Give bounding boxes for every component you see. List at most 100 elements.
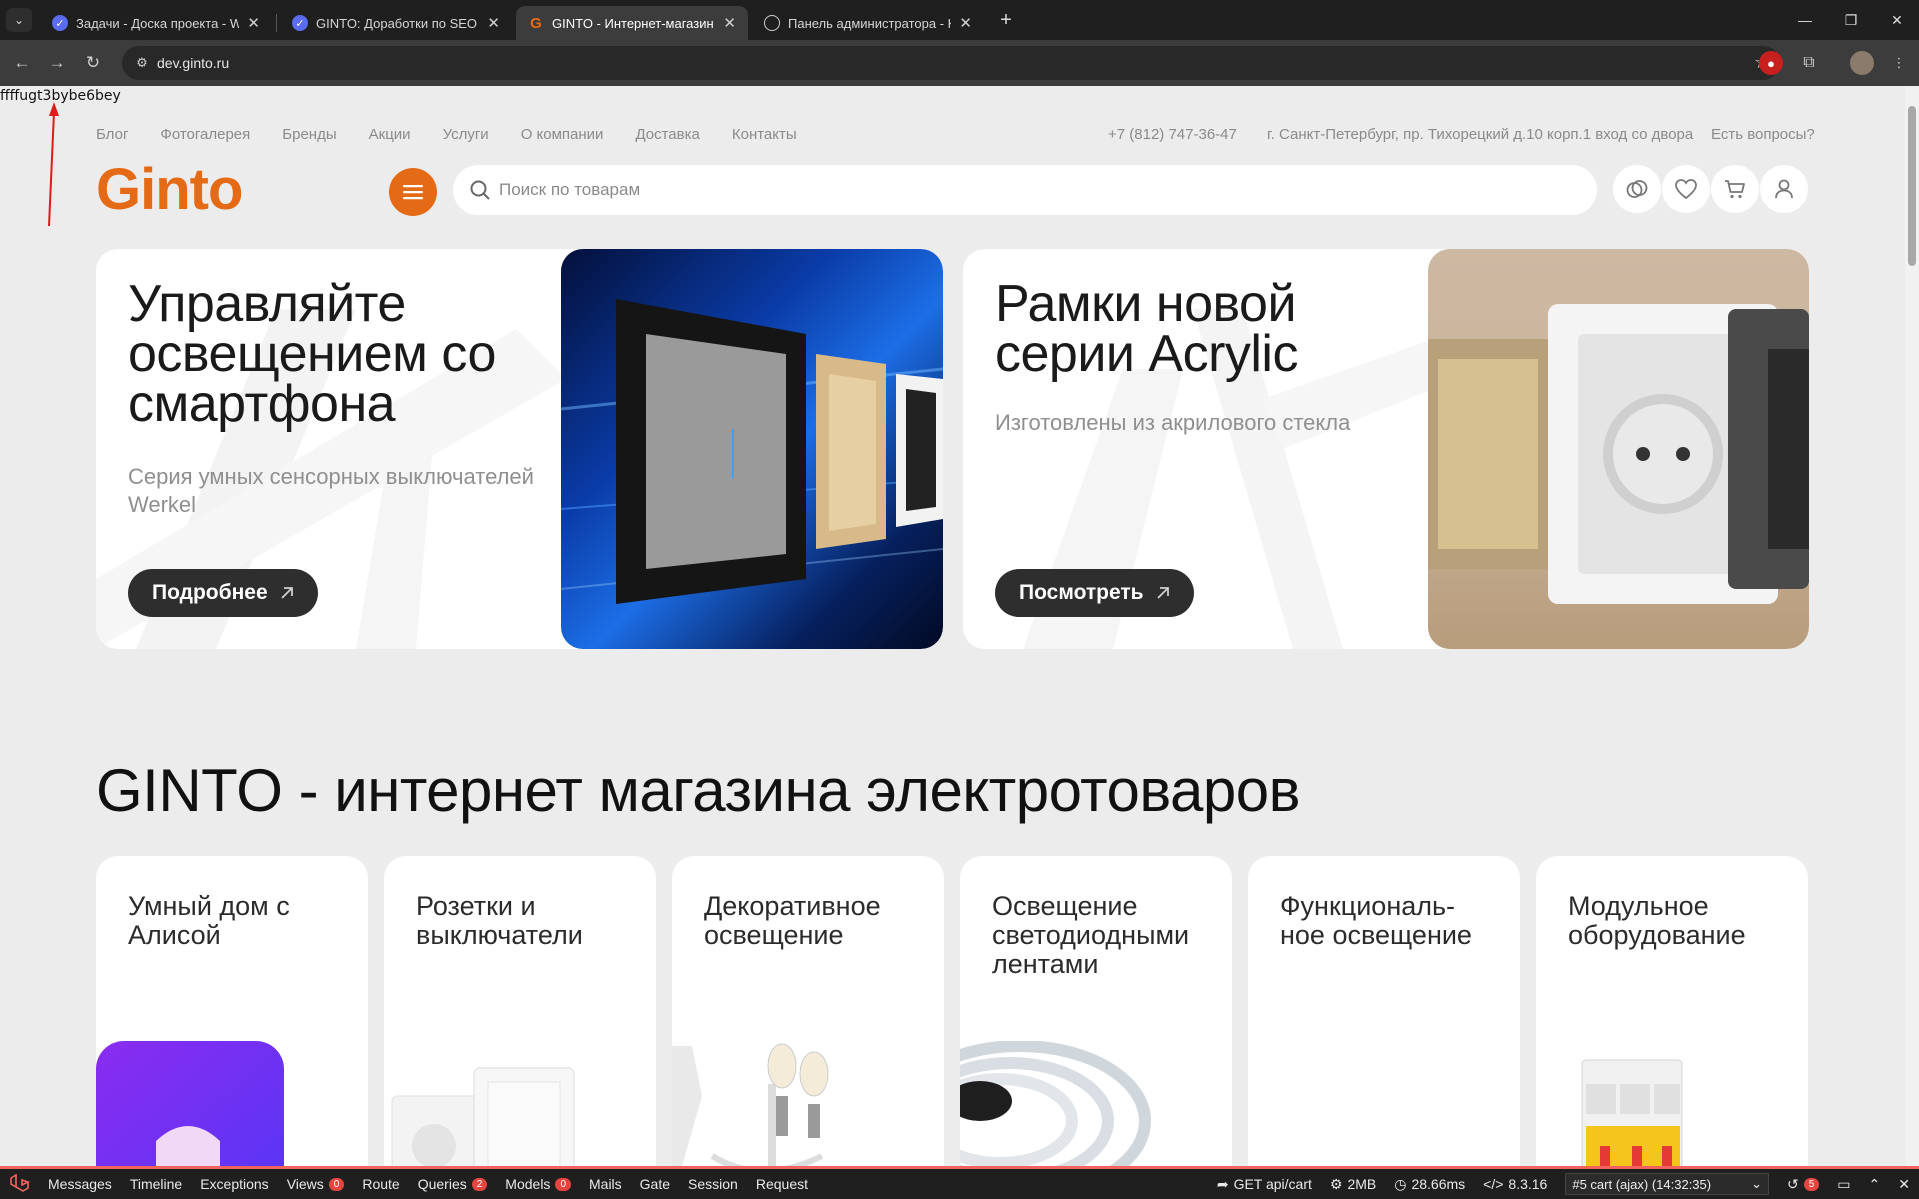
category-card-functional-lighting[interactable]: Функциональ-ное освещение — [1248, 856, 1520, 1166]
debug-open-folder-button[interactable]: ▭ — [1828, 1176, 1859, 1193]
questions-link[interactable]: Есть вопросы? — [1711, 126, 1815, 143]
debug-tab-models[interactable]: Models 0 — [496, 1176, 580, 1192]
address-text: г. Санкт-Петербург, пр. Тихорецкий д.10 … — [1267, 126, 1694, 143]
hamburger-icon — [403, 185, 423, 200]
new-tab-plus-icon[interactable]: + — [994, 8, 1018, 32]
debug-tab-views[interactable]: Views 0 — [278, 1176, 354, 1192]
debug-tab-timeline[interactable]: Timeline — [121, 1176, 191, 1192]
close-window-icon[interactable]: ✕ — [1885, 8, 1909, 32]
button-label: Подробнее — [152, 581, 268, 604]
socket-switch-image — [391, 1067, 575, 1166]
category-grid: Умный дом сАлисой Розетки ивыключатели — [96, 856, 1809, 1166]
code-icon: </> — [1483, 1176, 1504, 1192]
close-tab-icon[interactable]: ✕ — [487, 14, 500, 32]
debug-close-button[interactable]: ✕ — [1889, 1176, 1919, 1193]
debug-request-select[interactable]: #5 cart (ajax) (14:32:35) ⌄ — [1565, 1173, 1769, 1195]
minimize-icon[interactable]: — — [1793, 8, 1817, 32]
catalog-menu-button[interactable] — [389, 168, 437, 216]
site-logo[interactable]: Ginto — [96, 156, 243, 223]
debug-collapse-button[interactable]: ⌃ — [1860, 1176, 1890, 1193]
nav-link-about[interactable]: О компании — [521, 126, 604, 143]
debug-tab-mails[interactable]: Mails — [580, 1176, 631, 1192]
extensions-puzzle-icon[interactable]: ⧉ — [1797, 51, 1821, 75]
clock-icon: ◷ — [1394, 1175, 1407, 1192]
button-label: Посмотреть — [1019, 581, 1144, 604]
banner-view-button[interactable]: Посмотреть — [995, 569, 1194, 617]
debug-history-button[interactable]: ↺ 5 — [1778, 1176, 1828, 1193]
compare-icon — [1626, 180, 1648, 198]
category-card-sockets-switches[interactable]: Розетки и выключатели — [384, 856, 656, 1166]
browser-tab-4[interactable]: Панель администратора - Kav ✕ — [752, 6, 984, 40]
tab-title: Панель администратора - Kav — [788, 15, 951, 31]
category-card-smart-home[interactable]: Умный дом с Алисой — [96, 856, 368, 1166]
count-badge: 2 — [471, 1177, 488, 1191]
banner-more-button[interactable]: Подробнее — [128, 569, 318, 617]
debug-request-select-wrap: #5 cart (ajax) (14:32:35) ⌄ — [1556, 1173, 1778, 1195]
browser-tab-1[interactable]: ✓ Задачи - Доска проекта - WEB ✕ — [40, 6, 272, 40]
site-info-icon[interactable]: ⚙ — [130, 51, 154, 75]
debug-tab-request[interactable]: Request — [747, 1176, 817, 1192]
memory-icon: ⚙ — [1329, 1175, 1343, 1192]
debug-request-route[interactable]: ➦ GET api/cart — [1208, 1176, 1321, 1193]
debug-tab-session[interactable]: Session — [679, 1176, 747, 1192]
nav-link-sales[interactable]: Акции — [369, 126, 411, 143]
profile-avatar[interactable] — [1850, 51, 1874, 75]
arrow-up-right-icon — [1156, 587, 1169, 599]
forward-arrow-icon[interactable]: → — [44, 50, 70, 76]
debug-tab-route[interactable]: Route — [353, 1176, 408, 1192]
nav-link-blog[interactable]: Блог — [96, 126, 128, 143]
laravel-debugbar: Messages Timeline Exceptions Views 0 Rout… — [0, 1166, 1919, 1199]
browser-menu-icon[interactable]: ⋮ — [1887, 51, 1911, 75]
promo-banner-smart-lighting[interactable]: Управляйте освещением со смартфона Серия… — [96, 249, 943, 649]
nav-link-services[interactable]: Услуги — [443, 126, 489, 143]
red-arrow-annotation — [48, 102, 59, 227]
compare-button[interactable] — [1613, 165, 1661, 213]
debug-tab-queries[interactable]: Queries 2 — [409, 1176, 497, 1192]
smart-switch-image — [561, 249, 943, 649]
promo-banner-acrylic-frames[interactable]: Рамки новой серии Acrylic Изготовлены из… — [963, 249, 1809, 649]
debug-tab-gate[interactable]: Gate — [631, 1176, 679, 1192]
nav-link-contacts[interactable]: Контакты — [732, 126, 797, 143]
close-tab-icon[interactable]: ✕ — [723, 14, 736, 32]
search-input[interactable] — [499, 165, 1579, 215]
browser-toolbar: ← → ↻ ⚙ dev.ginto.ru ☆ ● ⧉ ⋮ — [0, 40, 1919, 86]
search-icon — [470, 180, 490, 200]
laravel-logo-icon[interactable] — [0, 1174, 39, 1194]
favorites-button[interactable] — [1662, 165, 1710, 213]
category-card-led-strips[interactable]: Освещение светодиодными лентами — [960, 856, 1232, 1166]
back-arrow-icon[interactable]: ← — [9, 50, 35, 76]
debug-tab-exceptions[interactable]: Exceptions — [191, 1176, 277, 1192]
category-card-decorative-lighting[interactable]: Декоративное освещение — [672, 856, 944, 1166]
page-scrollbar[interactable] — [1905, 86, 1919, 1166]
chandelier-image — [672, 1043, 829, 1166]
restore-icon[interactable]: ❐ — [1839, 8, 1863, 32]
arrow-up-right-icon — [281, 587, 293, 599]
url-text[interactable]: dev.ginto.ru — [157, 55, 229, 71]
close-icon: ✕ — [1898, 1175, 1910, 1192]
browser-tab-2[interactable]: ✓ GINTO: Доработки по SEO (фр ✕ — [280, 6, 512, 40]
reload-icon[interactable]: ↻ — [80, 50, 106, 76]
scrollbar-thumb[interactable] — [1908, 106, 1916, 266]
nav-link-delivery[interactable]: Доставка — [635, 126, 699, 143]
extension-icon[interactable]: ● — [1759, 51, 1783, 75]
close-tab-icon[interactable]: ✕ — [247, 14, 260, 32]
address-bar[interactable]: ⚙ dev.ginto.ru ☆ — [122, 46, 1780, 80]
tab-search-button[interactable]: ⌄ — [6, 8, 32, 32]
cart-button[interactable] — [1711, 165, 1759, 213]
nav-link-gallery[interactable]: Фотогалерея — [160, 126, 250, 143]
nav-link-brands[interactable]: Бренды — [282, 126, 336, 143]
debug-tab-messages[interactable]: Messages — [39, 1176, 121, 1192]
account-button[interactable] — [1760, 165, 1808, 213]
debug-php-version: </> 8.3.16 — [1483, 1176, 1548, 1192]
category-card-modular-equipment[interactable]: Модульное оборудование — [1536, 856, 1808, 1166]
phone-link[interactable]: +7 (812) 747-36-47 — [1108, 126, 1237, 143]
debug-time: ◷ 28.66ms — [1394, 1175, 1466, 1193]
kaiten-favicon-icon: ✓ — [52, 15, 68, 31]
category-title: Освещение светодиодными лентами — [992, 891, 1190, 979]
search-bar — [453, 165, 1597, 215]
close-tab-icon[interactable]: ✕ — [959, 14, 972, 32]
browser-tab-3-active[interactable]: G GINTO - Интернет-магазин эле ✕ — [516, 6, 748, 40]
count-badge: 5 — [1803, 1177, 1820, 1191]
heart-icon — [1675, 179, 1697, 200]
laravel-icon — [10, 1174, 30, 1192]
